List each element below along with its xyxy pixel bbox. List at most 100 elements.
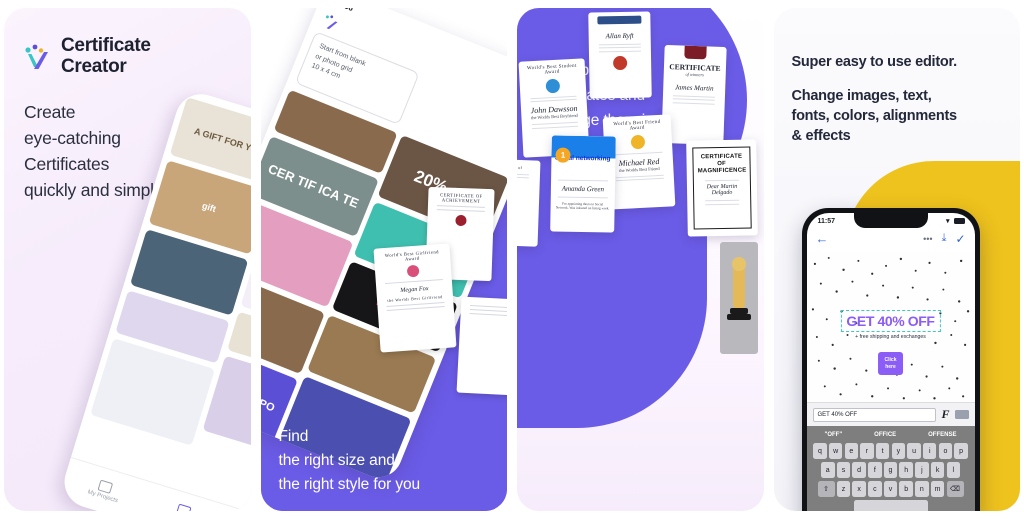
- certificate-name: James Martin: [674, 83, 714, 93]
- tagline-line-2: eye-catching: [24, 127, 121, 148]
- panel-templates: Use beautiful templates and change them …: [517, 8, 764, 511]
- key-s[interactable]: s: [836, 462, 851, 478]
- canvas-subline-text[interactable]: + free shipping and exchanges: [855, 334, 926, 340]
- caption-line-3: & effects: [791, 128, 851, 144]
- certificate-seal-icon: [545, 78, 561, 94]
- back-arrow-icon[interactable]: ←: [816, 231, 829, 246]
- canvas-click-here-button[interactable]: Click here: [877, 352, 904, 375]
- app-store-screenshot-gallery: Certificate Creator Create eye-catching …: [0, 0, 1024, 519]
- suggestion-item[interactable]: "OFF": [824, 432, 842, 438]
- key-f[interactable]: f: [868, 462, 882, 478]
- editor-toolbar: ← ••• ⤓ ✓: [807, 225, 975, 252]
- key-b[interactable]: b: [899, 481, 913, 497]
- key-z[interactable]: z: [836, 481, 851, 497]
- canvas-headline-text[interactable]: GET 40% OFF: [840, 310, 941, 332]
- certificate-card[interactable]: CERTIFICATE OF MAGNIFICENCE Dear Martin …: [686, 139, 758, 237]
- design-canvas[interactable]: GET 40% OFF + free shipping and exchange…: [806, 252, 975, 402]
- font-picker-icon[interactable]: F: [941, 407, 949, 422]
- download-icon[interactable]: ⤓: [942, 232, 947, 245]
- caption-line-2: the right size and: [278, 451, 395, 469]
- phone-mockup-editor: 11:57 ▾ ← ••• ⤓ ✓ GET 40% OFF + free shi…: [801, 208, 980, 511]
- certificate-seal-icon: [613, 55, 628, 70]
- key-v[interactable]: v: [883, 481, 898, 497]
- tagline-line-1: Create: [24, 102, 76, 122]
- battery-icon: [953, 218, 965, 224]
- keyboard-row-4: [809, 500, 973, 511]
- key-y[interactable]: y: [891, 443, 906, 459]
- certificate-seal-icon: [630, 134, 646, 150]
- trophy-award-icon: [719, 242, 758, 354]
- key-e[interactable]: e: [844, 443, 859, 459]
- panel-caption: Super easy to use editor. Change images,…: [792, 52, 1009, 146]
- key-l[interactable]: l: [946, 462, 960, 478]
- caption-line-1: Find: [278, 427, 309, 445]
- key-j[interactable]: j: [915, 462, 929, 478]
- tagline-line-4: quickly and simply: [24, 179, 163, 200]
- certificate-name: Dear Martin Delgado: [706, 184, 738, 197]
- intro-tagline: Create eye-catching Certificates quickly…: [24, 100, 163, 204]
- key-h[interactable]: h: [899, 462, 913, 478]
- key-k[interactable]: k: [930, 462, 945, 478]
- keyboard-row-1: q w e r t y u i o p: [809, 443, 973, 459]
- key-c[interactable]: c: [868, 481, 882, 497]
- app-name-line1: Certificate: [61, 35, 151, 56]
- certificate-card[interactable]: [456, 296, 507, 396]
- panel-sizes: 11:56 ▾ Start from blank or photo grid 1…: [260, 8, 507, 511]
- templates-icon: [176, 503, 192, 511]
- folder-icon: [97, 479, 114, 495]
- check-icon[interactable]: ✓: [955, 232, 965, 246]
- status-bar-time: 11:57: [817, 217, 836, 225]
- certificate-title: World's Best Girlfriend Award: [384, 249, 440, 262]
- color-picker-icon[interactable]: [954, 410, 969, 419]
- key-p[interactable]: p: [954, 443, 968, 459]
- certificate-seal-icon: [454, 214, 467, 227]
- key-i[interactable]: i: [922, 443, 937, 459]
- caption-line-1: Change images, text,: [791, 88, 932, 104]
- certificate-card[interactable]: Allan Ryft: [588, 11, 652, 99]
- app-name: Certificate Creator: [61, 35, 151, 77]
- key-u[interactable]: u: [907, 443, 921, 459]
- certificate-title: CERTIFICATE OF MAGNIFICENCE: [697, 153, 747, 175]
- key-o[interactable]: o: [938, 443, 953, 459]
- key-d[interactable]: d: [852, 462, 866, 478]
- app-name-line2: Creator: [61, 55, 127, 77]
- key-g[interactable]: g: [883, 462, 898, 478]
- key-n[interactable]: n: [915, 481, 929, 497]
- certificate-seal-icon: [406, 264, 420, 278]
- panel-editor: Super easy to use editor. Change images,…: [773, 8, 1020, 511]
- key-w[interactable]: w: [828, 443, 843, 459]
- key-t[interactable]: t: [875, 443, 890, 459]
- wifi-icon: ▾: [945, 218, 950, 225]
- text-edit-input[interactable]: GET 40% OFF: [812, 407, 937, 422]
- key-a[interactable]: a: [821, 462, 835, 478]
- backspace-icon[interactable]: ⌫: [946, 481, 964, 497]
- key-space[interactable]: [853, 500, 928, 511]
- certificate-description: For appointing them on Social Network. W…: [555, 201, 610, 211]
- certificate-card[interactable]: World's Best Girlfriend Award Megan Fox …: [373, 243, 457, 353]
- certificate-card[interactable]: Social networking 1 Amanda Green For app…: [550, 135, 616, 233]
- caption-line-2: fonts, colors, alignments: [791, 108, 958, 124]
- certificate-name: Amanda Green: [561, 184, 605, 194]
- key-x[interactable]: x: [852, 481, 866, 497]
- suggestion-item[interactable]: OFFENSE: [928, 432, 956, 438]
- certificate-name: Allan Ryft: [605, 31, 634, 41]
- sidebar-item-templates[interactable]: Templates: [167, 502, 199, 511]
- keyboard-row-2: a s d f g h j k l: [809, 462, 973, 478]
- key-r[interactable]: r: [860, 443, 874, 459]
- keyboard-suggestions: "OFF" OFFICE OFFENSE: [809, 429, 973, 443]
- certificate-ribbon-icon: [684, 45, 707, 60]
- more-dots-icon[interactable]: •••: [923, 234, 932, 244]
- panel-intro: Certificate Creator Create eye-catching …: [4, 8, 251, 511]
- sidebar-item-my-projects[interactable]: My Projects: [87, 477, 123, 504]
- status-bar-time: 11:56: [332, 8, 354, 13]
- shift-icon[interactable]: ⇧: [817, 481, 835, 497]
- keyboard-row-3: ⇧ z x c v b n m ⌫: [809, 481, 973, 497]
- tagline-line-3: Certificates: [24, 153, 110, 174]
- panel-caption: Find the right size and the right style …: [279, 425, 421, 497]
- certificate-title: World's Best Student Award: [526, 63, 577, 76]
- certificate-creator-logo-icon: [319, 11, 341, 33]
- key-q[interactable]: q: [813, 443, 827, 459]
- suggestion-item[interactable]: OFFICE: [874, 432, 896, 438]
- key-m[interactable]: m: [930, 481, 945, 497]
- certificate-card[interactable]: of: [517, 159, 541, 247]
